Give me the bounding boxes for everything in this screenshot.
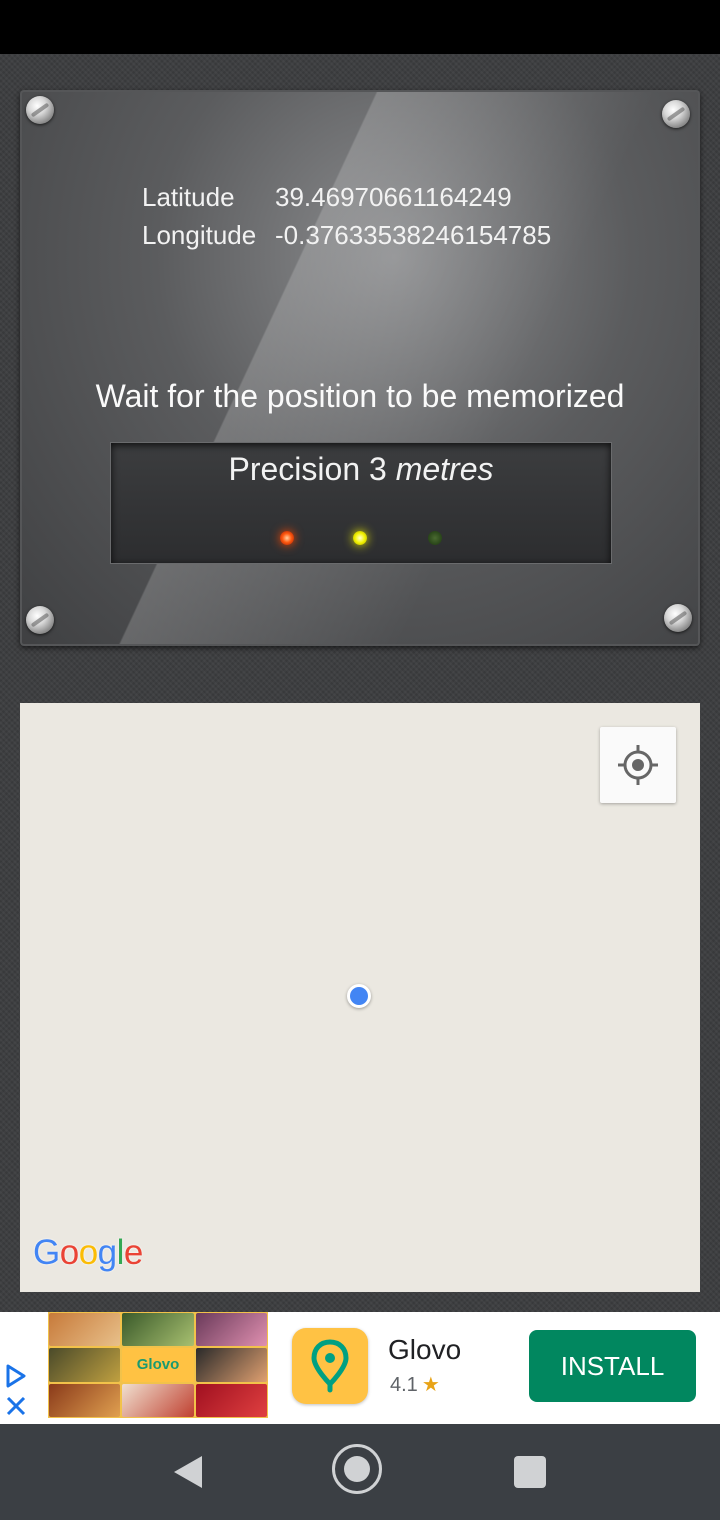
my-location-button[interactable] <box>600 727 676 803</box>
recents-icon[interactable] <box>514 1456 546 1488</box>
map-view[interactable]: Google <box>20 703 700 1292</box>
location-pin-icon <box>311 1339 349 1393</box>
latitude-label: Latitude <box>142 182 235 212</box>
glovo-brand-tile: Glovo <box>122 1348 194 1382</box>
screw-icon <box>26 606 54 634</box>
precision-box: Precision 3 metres <box>110 442 612 564</box>
food-image-tile <box>195 1383 267 1417</box>
screw-icon <box>26 96 54 124</box>
food-image-tile <box>195 1348 267 1382</box>
my-location-icon <box>618 745 658 785</box>
latitude-row: Latitude 39.46970661164249 <box>142 178 551 216</box>
install-button[interactable]: INSTALL <box>529 1330 696 1402</box>
food-image-tile <box>49 1313 121 1347</box>
food-image-tile <box>122 1383 194 1417</box>
latitude-value: 39.46970661164249 <box>275 182 512 212</box>
screw-icon <box>662 100 690 128</box>
longitude-value: -0.37633538246154785 <box>275 220 552 250</box>
screw-icon <box>664 604 692 632</box>
status-message: Wait for the position to be memorized <box>95 378 625 414</box>
ad-choices-icon[interactable] <box>4 1362 28 1420</box>
food-image-tile <box>122 1313 194 1347</box>
google-logo: Google <box>33 1233 143 1272</box>
longitude-label: Longitude <box>142 220 257 250</box>
ad-image-grid[interactable]: Glovo <box>48 1312 268 1418</box>
longitude-row: Longitude -0.37633538246154785 <box>142 216 551 254</box>
food-image-tile <box>195 1313 267 1347</box>
precision-value: Precision 3 <box>228 451 387 487</box>
ad-banner[interactable]: Glovo Glovo 4.1 ★ INSTALL <box>0 1312 720 1424</box>
glovo-app-icon[interactable] <box>292 1328 368 1404</box>
back-icon[interactable] <box>174 1456 202 1488</box>
star-icon: ★ <box>421 1374 440 1396</box>
coordinates-block: Latitude 39.46970661164249 Longitude -0.… <box>142 178 551 254</box>
ad-rating: 4.1 ★ <box>390 1372 440 1397</box>
food-image-tile <box>49 1348 121 1382</box>
precision-text: Precision 3 metres <box>111 451 611 488</box>
current-location-dot <box>347 984 371 1008</box>
green-indicator-light <box>428 531 442 545</box>
food-image-tile <box>49 1383 121 1417</box>
home-icon[interactable] <box>332 1444 382 1494</box>
red-indicator-light <box>280 531 294 545</box>
yellow-indicator-light <box>353 531 367 545</box>
precision-unit: metres <box>395 451 494 487</box>
rating-value: 4.1 <box>390 1374 418 1396</box>
ad-app-name: Glovo <box>388 1334 462 1365</box>
navigation-bar <box>0 1424 720 1520</box>
status-bar <box>0 0 720 54</box>
